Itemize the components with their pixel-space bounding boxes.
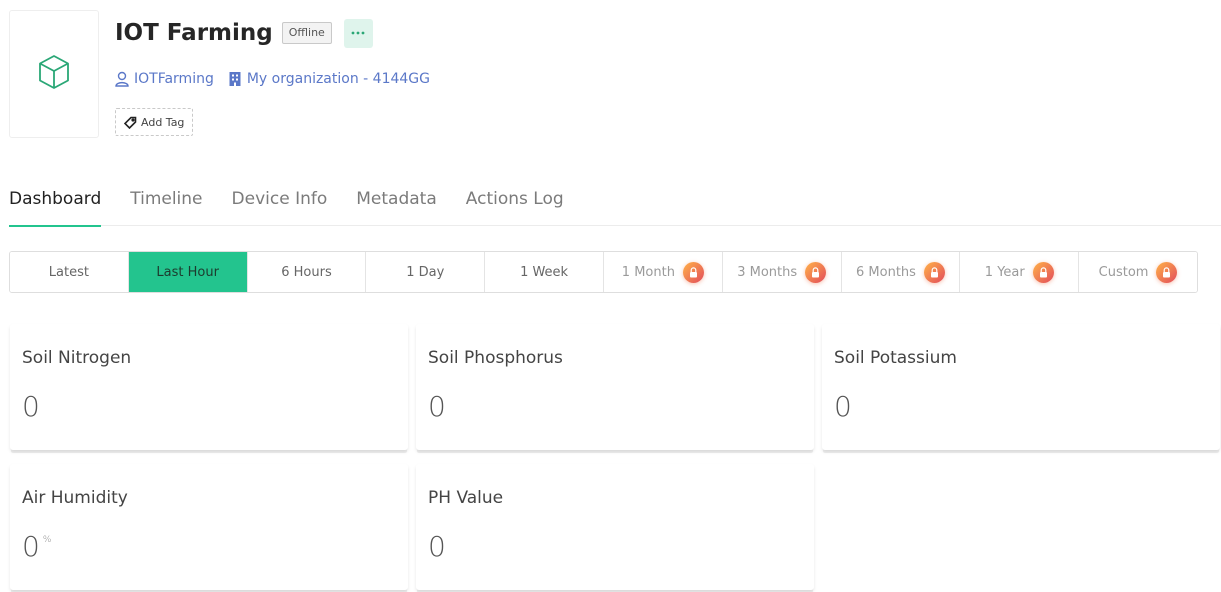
time-range-selector: Latest Last Hour 6 Hours 1 Day 1 Week 1 … bbox=[9, 251, 1198, 293]
tab-timeline[interactable]: Timeline bbox=[130, 172, 202, 226]
range-label: 1 Year bbox=[984, 264, 1025, 280]
widget-title: Soil Phosphorus bbox=[428, 348, 563, 368]
device-title: IOT Farming bbox=[115, 20, 273, 46]
widget-value: 0 bbox=[428, 390, 449, 423]
range-label: Custom bbox=[1098, 264, 1149, 280]
lock-icon bbox=[805, 261, 827, 283]
range-label: Last Hour bbox=[156, 264, 219, 280]
value-unit: % bbox=[42, 535, 52, 545]
widget-title: Soil Nitrogen bbox=[22, 348, 132, 368]
organization-link[interactable]: My organization - 4144GG bbox=[228, 71, 430, 87]
lock-icon bbox=[1032, 261, 1054, 283]
widget-value: 0 bbox=[22, 390, 43, 423]
range-custom[interactable]: Custom bbox=[1078, 252, 1197, 292]
range-label: 1 Month bbox=[621, 264, 675, 280]
tab-dashboard[interactable]: Dashboard bbox=[9, 172, 102, 227]
range-1-week[interactable]: 1 Week bbox=[484, 252, 603, 292]
widget-soil-phosphorus: Soil Phosphorus 0 bbox=[416, 324, 814, 450]
owner-link[interactable]: IOTFarming bbox=[115, 71, 214, 87]
range-1-month[interactable]: 1 Month bbox=[602, 252, 722, 292]
box-icon bbox=[36, 53, 72, 95]
range-latest[interactable]: Latest bbox=[10, 252, 128, 292]
tab-actions-log[interactable]: Actions Log bbox=[466, 172, 564, 226]
lock-icon bbox=[923, 261, 945, 283]
value-number: 0 bbox=[428, 390, 446, 423]
value-number: 0 bbox=[22, 530, 40, 563]
status-badge: Offline bbox=[281, 22, 332, 44]
range-3-months[interactable]: 3 Months bbox=[721, 252, 841, 292]
widget-title: Air Humidity bbox=[22, 488, 128, 508]
more-dots-icon bbox=[351, 31, 365, 35]
value-number: 0 bbox=[22, 390, 40, 423]
range-1-year[interactable]: 1 Year bbox=[959, 252, 1079, 292]
range-label: 6 Months bbox=[856, 264, 916, 280]
user-icon bbox=[115, 71, 129, 87]
range-6-months[interactable]: 6 Months bbox=[840, 252, 960, 292]
tag-icon bbox=[124, 116, 137, 129]
range-label: 1 Day bbox=[406, 264, 445, 280]
value-number: 0 bbox=[834, 390, 852, 423]
widget-value: 0 bbox=[428, 530, 449, 563]
widget-title: Soil Potassium bbox=[834, 348, 957, 368]
building-icon bbox=[229, 72, 241, 86]
range-last-hour[interactable]: Last Hour bbox=[127, 252, 247, 292]
range-6-hours[interactable]: 6 Hours bbox=[246, 252, 366, 292]
device-title-row: IOT Farming Offline bbox=[115, 14, 373, 52]
lock-icon bbox=[682, 261, 704, 283]
widget-ph-value: PH Value 0 bbox=[416, 464, 814, 590]
more-options-button[interactable] bbox=[343, 18, 373, 48]
device-tabs: Dashboard Timeline Device Info Metadata … bbox=[9, 172, 1221, 227]
device-meta: IOTFarming My organization - 4144GG bbox=[115, 66, 430, 92]
range-1-day[interactable]: 1 Day bbox=[365, 252, 485, 292]
range-label: 6 Hours bbox=[281, 264, 332, 280]
widget-soil-potassium: Soil Potassium 0 bbox=[822, 324, 1220, 450]
tab-device-info[interactable]: Device Info bbox=[232, 172, 328, 226]
range-label: 3 Months bbox=[737, 264, 798, 280]
device-avatar bbox=[9, 10, 99, 138]
widget-value: 0 bbox=[834, 390, 855, 423]
lock-icon bbox=[1156, 261, 1178, 283]
tab-metadata[interactable]: Metadata bbox=[356, 172, 437, 226]
owner-name: IOTFarming bbox=[134, 71, 214, 87]
value-number: 0 bbox=[428, 530, 446, 563]
widget-soil-nitrogen: Soil Nitrogen 0 bbox=[10, 324, 408, 450]
add-tag-label: Add Tag bbox=[141, 115, 185, 129]
widget-value: 0% bbox=[22, 530, 51, 563]
range-label: Latest bbox=[48, 264, 89, 280]
add-tag-button[interactable]: Add Tag bbox=[115, 108, 193, 136]
organization-name: My organization - 4144GG bbox=[246, 71, 430, 87]
widget-air-humidity: Air Humidity 0% bbox=[10, 464, 408, 590]
widget-title: PH Value bbox=[428, 488, 504, 508]
range-label: 1 Week bbox=[520, 264, 569, 280]
